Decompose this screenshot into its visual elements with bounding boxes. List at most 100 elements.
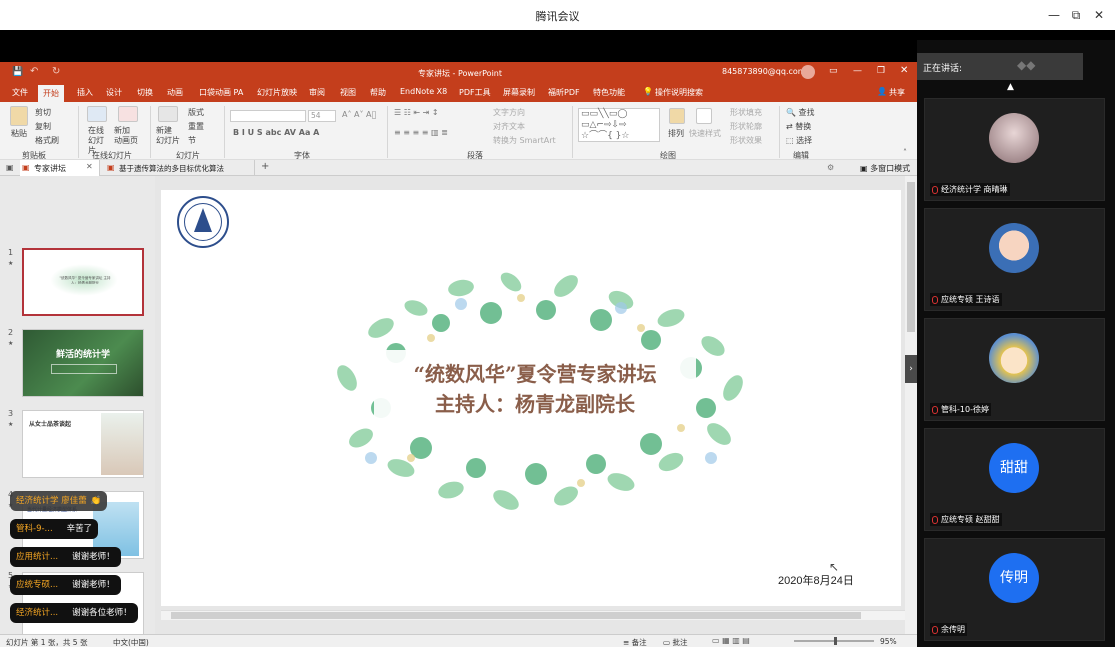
redo-icon[interactable]: ↻	[52, 66, 60, 77]
undo-icon[interactable]: ↶	[30, 66, 38, 77]
cut-button[interactable]: 剪切	[35, 107, 51, 118]
tab-bar-icon: ▣	[6, 163, 14, 172]
tell-me-search[interactable]: 操作说明搜索	[655, 87, 703, 98]
zoom-slider[interactable]	[794, 637, 874, 645]
align-text-button[interactable]: 对齐文本	[493, 121, 525, 132]
close-tab-icon[interactable]: ✕	[86, 162, 93, 171]
ribbon-display-icon[interactable]: ▭	[829, 66, 838, 76]
share-button[interactable]: 共享	[889, 87, 905, 98]
participant-tile[interactable]: 应统专硕 王诗语	[924, 208, 1105, 311]
participant-tile[interactable]: 管科-10-徐婷	[924, 318, 1105, 421]
font-name-combo[interactable]	[230, 110, 306, 122]
app-title: 腾讯会议	[535, 10, 580, 23]
doc-tab-expert-forum[interactable]: ▣ 专家讲坛 ✕	[20, 160, 100, 176]
minimize-button[interactable]: —	[1044, 6, 1064, 24]
format-painter-button[interactable]: 格式刷	[35, 135, 59, 146]
convert-smartart-button[interactable]: 转换为 SmartArt	[493, 135, 556, 146]
tab-view[interactable]: 视图	[340, 87, 356, 98]
participant-tile[interactable]: 传明 余传明	[924, 538, 1105, 641]
list-buttons[interactable]: ☰ ☷ ⇤ ⇥ ↕	[394, 108, 439, 117]
scroll-up-icon[interactable]: ▲	[1007, 82, 1014, 92]
align-buttons[interactable]: ≡ ≡ ≡ ≡ ▥ ≣	[394, 128, 448, 137]
speaking-indicator: 正在讲话: ◆◆	[917, 53, 1083, 80]
chat-sender: 管科-9-...	[16, 524, 53, 534]
doc-tab-genetic-algorithm[interactable]: ▣ 基于遗传算法的多目标优化算法	[105, 160, 255, 176]
vertical-scrollbar[interactable]	[905, 176, 917, 634]
add-tab-icon[interactable]: +	[261, 161, 269, 172]
tab-transitions[interactable]: 切换	[137, 87, 153, 98]
slide-thumb-2[interactable]: 鲜活的统计学	[22, 329, 144, 397]
speaker-wave-icon: ◆◆	[1017, 58, 1036, 72]
collapse-ribbon-icon[interactable]: ˄	[903, 148, 907, 157]
participant-name-text: 应统专硕 赵甜甜	[941, 515, 1000, 524]
tab-featured[interactable]: 特色功能	[593, 87, 625, 98]
horizontal-scrollbar[interactable]	[161, 610, 905, 620]
slide-thumb-3[interactable]: 从女士品茶谈起	[22, 410, 144, 478]
new-slide-button[interactable]: 新建 幻灯片	[156, 126, 184, 146]
ppt-minimize-icon[interactable]: —	[853, 66, 862, 76]
replace-button[interactable]: ⇄ 替换	[786, 121, 811, 132]
slide-title-box[interactable]: “统数风华”夏令营专家讲坛 主持人：杨青龙副院长	[374, 350, 696, 424]
tab-review[interactable]: 审阅	[309, 87, 325, 98]
tab-pdf-tools[interactable]: PDF工具	[459, 87, 491, 98]
tab-pocket-animation[interactable]: 口袋动画 PA	[199, 87, 243, 98]
comments-label: 批注	[672, 638, 688, 647]
tab-slideshow[interactable]: 幻灯片放映	[257, 87, 297, 98]
close-button[interactable]: ✕	[1089, 6, 1109, 24]
new-slide-icon[interactable]	[158, 106, 178, 122]
multiwindow-mode-button[interactable]: ▣ 多窗口模式	[860, 163, 910, 174]
tab-endnote[interactable]: EndNote X8	[400, 87, 447, 96]
online-slides-icon[interactable]	[87, 106, 107, 122]
arrange-icon[interactable]	[669, 108, 685, 124]
tab-design[interactable]: 设计	[106, 87, 122, 98]
save-icon[interactable]: 💾	[12, 67, 23, 77]
new-animation-page-icon[interactable]	[118, 106, 138, 122]
quick-styles-icon[interactable]	[696, 108, 712, 124]
font-grow-shrink-icons[interactable]: A˄ A˅ A⃠	[342, 110, 376, 119]
comments-button[interactable]: ▭ 批注	[663, 637, 687, 647]
participant-tile[interactable]: 经济统计学 商晴琳	[924, 98, 1105, 201]
paste-icon[interactable]	[10, 106, 28, 126]
new-animation-page-button[interactable]: 新加 动画页	[114, 126, 144, 146]
shape-effects-button[interactable]: 形状效果	[730, 135, 762, 146]
tab-screen-record[interactable]: 屏幕录制	[503, 87, 535, 98]
copy-button[interactable]: 复制	[35, 121, 51, 132]
select-button[interactable]: ⬚ 选择	[786, 135, 812, 146]
tab-file[interactable]: 文件	[12, 87, 28, 98]
find-button[interactable]: 🔍 查找	[786, 107, 815, 118]
shapes-gallery[interactable]: ▭▭╲╲▭◯ ▭△⌐⇨⇩⇨ ☆⌒⌒{ }☆	[578, 108, 660, 142]
quick-styles-button[interactable]: 快速样式	[689, 128, 721, 139]
text-direction-button[interactable]: 文字方向	[493, 107, 525, 118]
tab-insert[interactable]: 插入	[77, 87, 93, 98]
arrange-button[interactable]: 排列	[668, 128, 684, 139]
account-label[interactable]: 845873890@qq.com	[722, 67, 806, 76]
font-size-combo[interactable]: 54	[308, 110, 336, 122]
expand-panel-handle[interactable]: ›	[905, 355, 917, 383]
zoom-level[interactable]: 95%	[880, 637, 897, 646]
ppt-titlebar: 💾 ↶ ↻ 专家讲坛 - PowerPoint 845873890@qq.com…	[0, 62, 917, 84]
section-button[interactable]: 节	[188, 135, 196, 146]
paste-label[interactable]: 粘贴	[11, 128, 27, 139]
tab-animations[interactable]: 动画	[167, 87, 183, 98]
shape-fill-button[interactable]: 形状填充	[730, 107, 762, 118]
tab-foxit-pdf[interactable]: 福昕PDF	[548, 87, 580, 98]
font-style-buttons[interactable]: B I U S abc AV Aa A	[233, 128, 319, 137]
ppt-close-icon[interactable]: ✕	[900, 65, 908, 76]
settings-icon[interactable]: ⚙	[827, 163, 834, 172]
participant-tile[interactable]: 甜甜 应统专硕 赵甜甜	[924, 428, 1105, 531]
account-avatar[interactable]	[801, 65, 815, 79]
tab-home[interactable]: 开始	[38, 85, 64, 102]
layout-button[interactable]: 版式	[188, 107, 204, 118]
language-status[interactable]: 中文(中国)	[113, 637, 149, 647]
shape-outline-button[interactable]: 形状轮廓	[730, 121, 762, 132]
restore-button[interactable]: ⧉	[1066, 6, 1086, 24]
ppt-restore-icon[interactable]: ❐	[877, 66, 885, 76]
tab-help[interactable]: 帮助	[370, 87, 386, 98]
current-slide[interactable]: “统数风华”夏令营专家讲坛 主持人：杨青龙副院长 2020年8月24日	[161, 190, 901, 606]
slide-thumb-1[interactable]: "统数风华" 夏令营专家讲坛 主持人：杨青龙副院长	[22, 248, 144, 316]
notes-button[interactable]: ≡ 备注	[623, 637, 647, 647]
thumb-photo	[101, 413, 143, 475]
document-tabs: ▣ ▣ 专家讲坛 ✕ ▣ 基于遗传算法的多目标优化算法 + ⚙ ▣ 多窗口模式	[0, 160, 917, 176]
view-buttons[interactable]: ▭ ▦ ▥ ▤	[712, 636, 750, 645]
reset-button[interactable]: 重置	[188, 121, 204, 132]
